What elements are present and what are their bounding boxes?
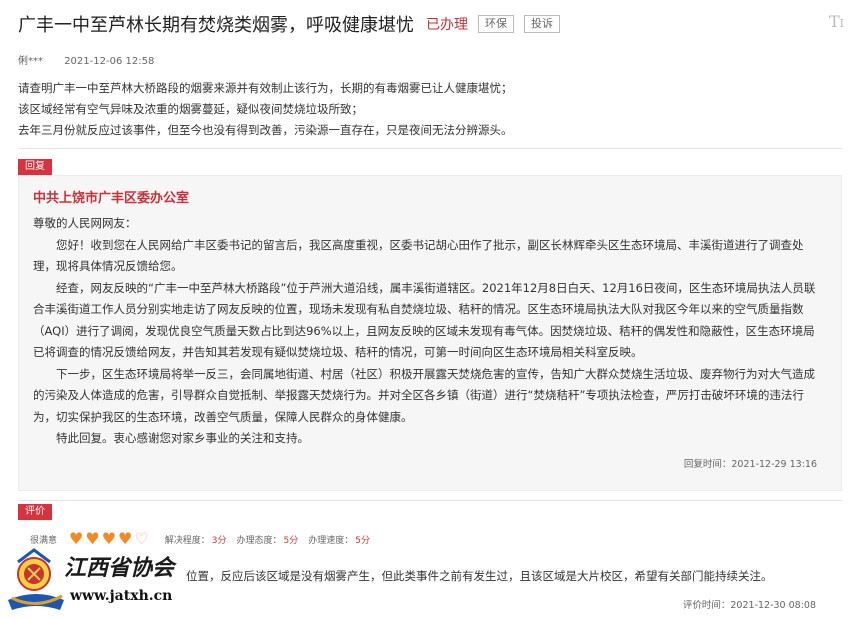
- score-attitude: 办理态度： 5分: [236, 533, 298, 546]
- score-value: 3分: [211, 535, 227, 546]
- title-row: 广丰一中至芦林长期有焚烧类烟雾，呼吸健康堪忧 已办理 环保 投诉 TI: [18, 10, 848, 38]
- watermark-text: 江西省协会: [64, 555, 175, 581]
- score-solve: 解决程度： 3分: [165, 533, 227, 546]
- reply-box: 中共上饶市广丰区委办公室 尊敬的人民网网友： 您好！收到您在人民网给广丰区委书记…: [18, 175, 842, 491]
- author-name: 俐***: [18, 56, 43, 67]
- question-line: 该区域经常有空气异味及浓重的烟雾蔓延，疑似夜间焚烧垃圾所致；: [18, 102, 363, 116]
- evaluation-time: 评价时间：2021-12-30 08:08: [683, 597, 816, 611]
- score-label: 解决程度：: [164, 535, 210, 546]
- font-toggle-glyph: T: [828, 12, 840, 31]
- reply-greeting: 尊敬的人民网网友：: [33, 216, 137, 230]
- reply-paragraph: 下一步，区生态环境局将举一反三，会同属地街道、村居（社区）积极开展露天焚烧危害的…: [33, 366, 815, 424]
- font-size-toggle-icon[interactable]: TI: [829, 12, 844, 31]
- divider: [18, 500, 842, 501]
- heart-empty-icon: ♡: [134, 529, 149, 548]
- score-value: 5分: [355, 535, 370, 546]
- divider: [18, 148, 842, 149]
- reply-time: 回复时间：2021-12-29 13:16: [684, 456, 817, 470]
- reply-paragraph: 您好！收到您在人民网给广丰区委书记的留言后，我区高度重视，区委书记胡心田作了批示…: [33, 237, 804, 274]
- score-value: 5分: [283, 535, 299, 546]
- reply-org: 中共上饶市广丰区委办公室: [33, 191, 190, 206]
- watermark-url[interactable]: www.jatxh.cn: [70, 588, 172, 604]
- reply-paragraph: 特此回复。衷心感谢您对家乡事业的关注和支持。: [56, 431, 309, 445]
- heart-filled-icon: ♥: [85, 529, 100, 548]
- question-line: 请查明广丰一中至芦林大桥路段的烟雾来源并有效制止该行为，长期的有毒烟雾已让人健康…: [18, 81, 513, 95]
- evaluation-badge: 评价: [18, 504, 52, 520]
- score-label: 办理态度：: [236, 535, 282, 546]
- evaluation-time-value: 2021-12-30 08:08: [730, 600, 816, 611]
- reply-paragraph: 经查，网友反映的“广丰一中至芦林大桥路段”位于芦洲大道沿线，属丰溪街道辖区。20…: [33, 280, 816, 360]
- evaluation-comment: 位置，反应后该区域是没有烟雾产生，但此类事件之前有发生过，且该区域是大片校区，希…: [186, 569, 773, 583]
- heart-filled-icon: ♥: [101, 529, 117, 548]
- page-title: 广丰一中至芦林长期有焚烧类烟雾，呼吸健康堪忧: [18, 15, 414, 36]
- score-label: 办理速度：: [308, 535, 354, 546]
- reply-body: 尊敬的人民网网友： 您好！收到您在人民网给广丰区委书记的留言后，我区高度重视，区…: [33, 213, 823, 450]
- tag-environment[interactable]: 环保: [478, 15, 514, 33]
- status-badge: 已办理: [426, 17, 468, 33]
- heart-filled-icon: ♥: [69, 529, 84, 548]
- reply-badge: 回复: [18, 159, 52, 175]
- tag-complaint[interactable]: 投诉: [524, 15, 560, 33]
- question-body: 请查明广丰一中至芦林大桥路段的烟雾来源并有效制止该行为，长期的有毒烟雾已让人健康…: [18, 78, 848, 141]
- evaluation-time-label: 评价时间：: [682, 600, 731, 611]
- reply-time-value: 2021-12-29 13:16: [731, 459, 817, 470]
- post-meta: 俐*** 2021-12-06 12:58: [18, 52, 154, 67]
- score-speed: 办理速度： 5分: [308, 533, 370, 546]
- question-line: 去年三月份就反应过该事件，但至今也没有得到改善，污染源一直存在，只是夜间无法分辨…: [18, 123, 513, 137]
- evaluation-row: 很满意 ♥ ♥ ♥ ♥ ♡ 解决程度： 3分 办理态度： 5分 办理速度： 5分: [30, 529, 370, 548]
- post-date: 2021-12-06 12:58: [64, 56, 155, 67]
- reply-time-label: 回复时间：: [683, 459, 732, 470]
- watermark-emblem-icon: [8, 548, 64, 610]
- heart-filled-icon: ♥: [118, 529, 133, 548]
- watermark-logo: 江西省协会 www.jatxh.cn: [4, 548, 174, 616]
- rating-label: 很满意: [30, 535, 58, 546]
- rating-hearts: ♥ ♥ ♥ ♥ ♡: [69, 529, 151, 548]
